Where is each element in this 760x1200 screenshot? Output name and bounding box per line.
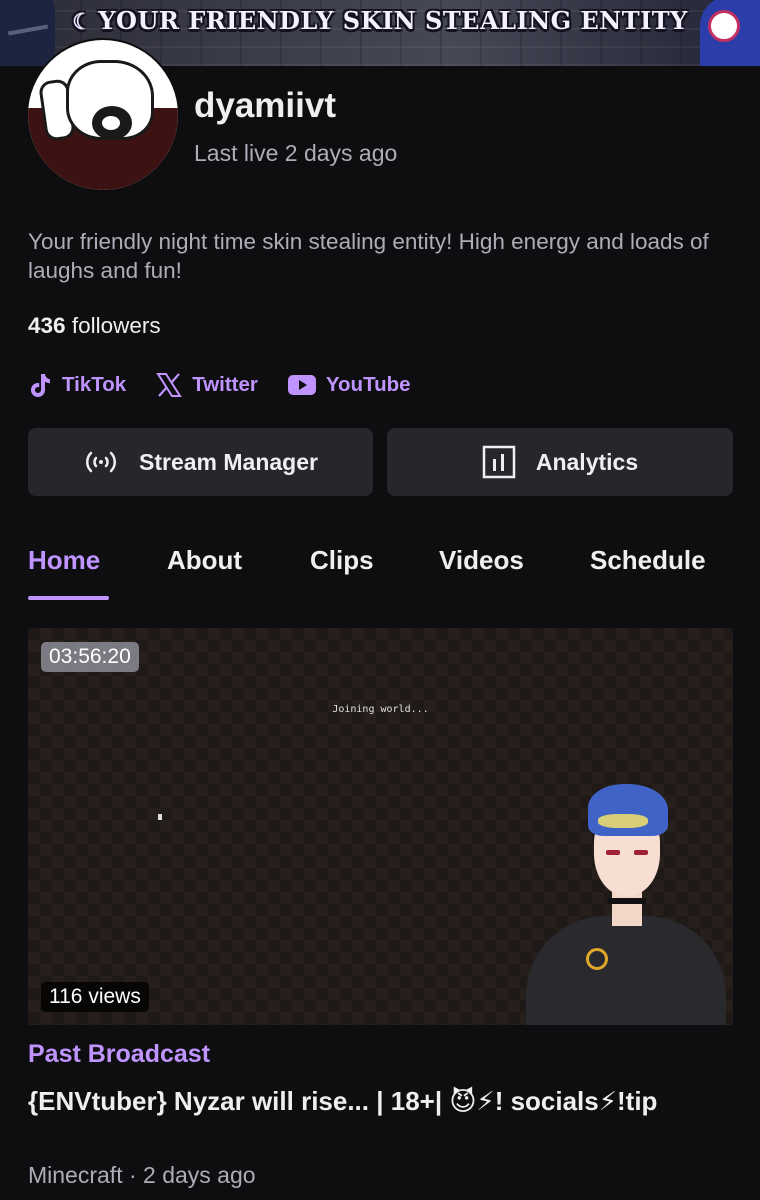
tab-videos[interactable]: Videos xyxy=(439,545,524,576)
tab-home[interactable]: Home xyxy=(28,545,100,576)
social-link-tiktok[interactable]: TikTok xyxy=(28,372,126,398)
tab-about[interactable]: About xyxy=(167,545,242,576)
video-duration-badge: 03:56:20 xyxy=(41,642,139,672)
video-thumbnail[interactable]: Joining world... 03:56:20 116 views xyxy=(28,628,733,1025)
social-links: TikTok Twitter YouTube xyxy=(28,370,441,400)
analytics-icon xyxy=(482,445,516,479)
youtube-icon xyxy=(287,375,316,395)
channel-name: dyamiivt xyxy=(194,86,336,125)
vtuber-avatar-image xyxy=(526,778,733,1025)
moon-icon: ☾ xyxy=(72,9,93,35)
active-tab-indicator xyxy=(28,596,109,600)
avatar[interactable] xyxy=(26,38,180,192)
tab-clips[interactable]: Clips xyxy=(310,545,374,576)
tiktok-icon xyxy=(31,374,50,397)
followers-label: followers xyxy=(71,313,161,338)
banner-title: ☾ YOUR FRIENDLY SKIN STEALING ENTITY xyxy=(72,6,688,35)
analytics-button[interactable]: Analytics xyxy=(387,428,733,496)
x-twitter-icon xyxy=(156,373,183,397)
stream-overlay-text: Joining world... xyxy=(332,704,429,715)
video-type-label: Past Broadcast xyxy=(28,1040,211,1068)
tab-schedule[interactable]: Schedule xyxy=(590,545,706,576)
video-title[interactable]: {ENVtuber} Nyzar will rise... | 18+| 😈⚡!… xyxy=(28,1083,738,1119)
followers-count: 436 followers xyxy=(28,313,161,339)
cursor-mark xyxy=(158,814,162,820)
social-link-twitter[interactable]: Twitter xyxy=(156,372,258,398)
followers-number: 436 xyxy=(28,313,66,338)
broadcast-icon xyxy=(86,451,117,473)
channel-tabs: Home About Clips Videos Schedule xyxy=(28,545,733,601)
video-views-badge: 116 views xyxy=(41,982,149,1012)
channel-bio: Your friendly night time skin stealing e… xyxy=(28,229,709,283)
stream-manager-button[interactable]: Stream Manager xyxy=(28,428,373,496)
last-live-status: Last live 2 days ago xyxy=(194,140,398,166)
video-meta: Minecraft · 2 days ago xyxy=(28,1162,256,1188)
social-link-youtube[interactable]: YouTube xyxy=(287,373,411,397)
